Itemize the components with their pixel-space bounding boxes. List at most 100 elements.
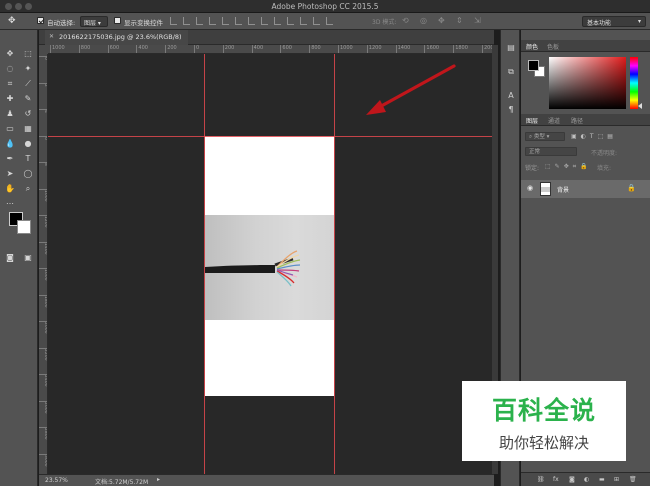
character-panel-icon[interactable]: A: [505, 90, 517, 102]
dodge-tool-icon[interactable]: ●: [22, 138, 34, 150]
screen-mode-icon[interactable]: ▣: [22, 252, 34, 264]
blur-tool-icon[interactable]: 💧: [4, 138, 16, 150]
lasso-tool-icon[interactable]: ◌: [4, 63, 16, 75]
history-brush-tool-icon[interactable]: ↺: [22, 108, 34, 120]
layer-row-background[interactable]: ◉ 背景 🔒: [521, 180, 650, 198]
gradient-tool-icon[interactable]: ▦: [22, 123, 34, 135]
distribute-right-icon[interactable]: [313, 17, 320, 25]
3d-rotate-icon[interactable]: ⟲: [402, 16, 409, 25]
blend-mode-dropdown[interactable]: 正常: [525, 147, 577, 156]
layers-footer: ⛓ fx ◙ ◐ ▬ ⊞ 🗑: [521, 472, 650, 486]
lock-label: 锁定:: [525, 165, 540, 172]
auto-align-icon[interactable]: [326, 17, 333, 25]
auto-select-dropdown[interactable]: 图层 ▾: [80, 16, 108, 27]
new-layer-icon[interactable]: ⊞: [614, 476, 619, 483]
tab-color[interactable]: 颜色: [526, 42, 538, 51]
document-tab[interactable]: ✕ 20166221750​36.jpg @ 23.6%(RGB/8): [45, 30, 188, 45]
delete-layer-icon[interactable]: 🗑: [629, 476, 637, 483]
show-transform-checkbox[interactable]: [114, 17, 121, 24]
distribute-left-icon[interactable]: [287, 17, 294, 25]
ruler-top-tick: 1800: [453, 45, 468, 53]
zoom-level[interactable]: 23.57%: [45, 477, 68, 484]
ruler-left-tick: 1400: [39, 241, 47, 254]
zoom-tool-icon[interactable]: ⌕: [22, 183, 34, 195]
lock-icons[interactable]: ⬚✎✥⌗🔒: [545, 163, 592, 171]
ruler-left-tick: 2: [39, 82, 47, 86]
link-layers-icon[interactable]: ⛓: [537, 476, 545, 483]
type-tool-icon[interactable]: T: [22, 153, 34, 165]
status-menu-icon[interactable]: ▸: [157, 476, 160, 483]
layer-kind-filter[interactable]: ⌕ 类型 ▾: [525, 132, 565, 141]
align-left-icon[interactable]: [209, 17, 216, 25]
horizontal-guide-top[interactable]: [48, 136, 492, 137]
paragraph-panel-icon[interactable]: ¶: [505, 104, 517, 116]
workspace-switcher[interactable]: 基本功能 ▾: [582, 16, 646, 27]
background-color-swatch[interactable]: [17, 220, 31, 234]
panel-foreground-swatch[interactable]: [528, 60, 539, 71]
horizontal-ruler[interactable]: 1000 800 600 400 200 0 200 400 600 800 1000 1200 140…: [48, 45, 492, 54]
annotation-arrow: [366, 64, 456, 115]
filter-type-icons[interactable]: ▣◐T⬚▤: [571, 133, 617, 140]
ruler-left-tick: 0: [39, 56, 47, 60]
tab-swatches[interactable]: 色板: [547, 42, 559, 51]
lock-icon[interactable]: 🔒: [627, 184, 636, 192]
ruler-top-tick: 400: [136, 45, 148, 53]
align-right-icon[interactable]: [235, 17, 242, 25]
canvas-area[interactable]: [48, 54, 492, 474]
close-tab-icon[interactable]: ✕: [49, 33, 54, 40]
ruler-left-tick: 1800: [39, 294, 47, 307]
3d-scale-icon[interactable]: ⇲: [474, 16, 481, 25]
adjustment-layer-icon[interactable]: ◐: [584, 476, 589, 483]
auto-select-checkbox[interactable]: [37, 17, 44, 24]
eraser-tool-icon[interactable]: ▭: [4, 123, 16, 135]
align-hcenter-icon[interactable]: [222, 17, 229, 25]
move-tool-icon[interactable]: ✥: [4, 48, 16, 60]
align-bottom-icon[interactable]: [196, 17, 203, 25]
vertical-ruler[interactable]: 0 2 4 6 8 1000 1200 1400 1600 1800 2000 2200 2400 260…: [39, 54, 48, 474]
edit-toolbar-icon[interactable]: …: [4, 196, 16, 208]
ruler-left-tick: 1600: [39, 268, 47, 280]
distribute-vcenter-icon[interactable]: [261, 17, 268, 25]
vertical-guide-left[interactable]: [204, 54, 205, 474]
pen-tool-icon[interactable]: ✒: [4, 153, 16, 165]
lock-row: 锁定: ⬚✎✥⌗🔒 填充:: [525, 162, 646, 172]
path-selection-tool-icon[interactable]: ➤: [4, 168, 16, 180]
distribute-bottom-icon[interactable]: [274, 17, 281, 25]
vertical-guide-right[interactable]: [334, 54, 335, 474]
align-top-icon[interactable]: [170, 17, 177, 25]
3d-pan-icon[interactable]: ✥: [438, 16, 445, 25]
brush-tool-icon[interactable]: ✎: [22, 93, 34, 105]
eyedropper-tool-icon[interactable]: ⟋: [22, 78, 34, 90]
tab-channels[interactable]: 通道: [548, 116, 560, 125]
tab-layers[interactable]: 图层: [526, 116, 538, 125]
document-canvas[interactable]: [205, 136, 334, 396]
align-vcenter-icon[interactable]: [183, 17, 190, 25]
distribute-hcenter-icon[interactable]: [300, 17, 307, 25]
clone-stamp-tool-icon[interactable]: ♟: [4, 108, 16, 120]
marquee-tool-icon[interactable]: ⬚: [22, 48, 34, 60]
hue-slider-handle[interactable]: [638, 103, 642, 109]
hand-tool-icon[interactable]: ✋: [4, 183, 16, 195]
properties-panel-icon[interactable]: ⧉: [505, 66, 517, 78]
eye-icon[interactable]: ◉: [527, 184, 533, 192]
3d-roll-icon[interactable]: ◎: [420, 16, 427, 25]
add-mask-icon[interactable]: ◙: [569, 476, 575, 483]
color-picker-field[interactable]: [549, 57, 626, 109]
distribute-top-icon[interactable]: [248, 17, 255, 25]
ellipse-tool-icon[interactable]: ◯: [22, 168, 34, 180]
tab-paths[interactable]: 路径: [571, 116, 583, 125]
healing-brush-tool-icon[interactable]: ✚: [4, 93, 16, 105]
new-group-icon[interactable]: ▬: [599, 476, 605, 483]
move-tool-icon[interactable]: ✥: [8, 16, 16, 26]
ruler-top-tick: 800: [309, 45, 321, 53]
crop-tool-icon[interactable]: ⌗: [4, 78, 16, 90]
layer-style-icon[interactable]: fx: [553, 476, 559, 483]
document-tab-title: 20166221750​36.jpg @ 23.6%(RGB/8): [59, 33, 182, 41]
3d-slide-icon[interactable]: ⇕: [456, 16, 463, 25]
watermark-subtitle: 助你轻松解决: [498, 434, 589, 452]
ruler-origin[interactable]: [39, 45, 48, 54]
quick-mask-icon[interactable]: ◙: [4, 252, 16, 264]
magic-wand-tool-icon[interactable]: ✦: [22, 63, 34, 75]
hue-slider[interactable]: [630, 57, 638, 109]
history-panel-icon[interactable]: ▤: [505, 42, 517, 54]
